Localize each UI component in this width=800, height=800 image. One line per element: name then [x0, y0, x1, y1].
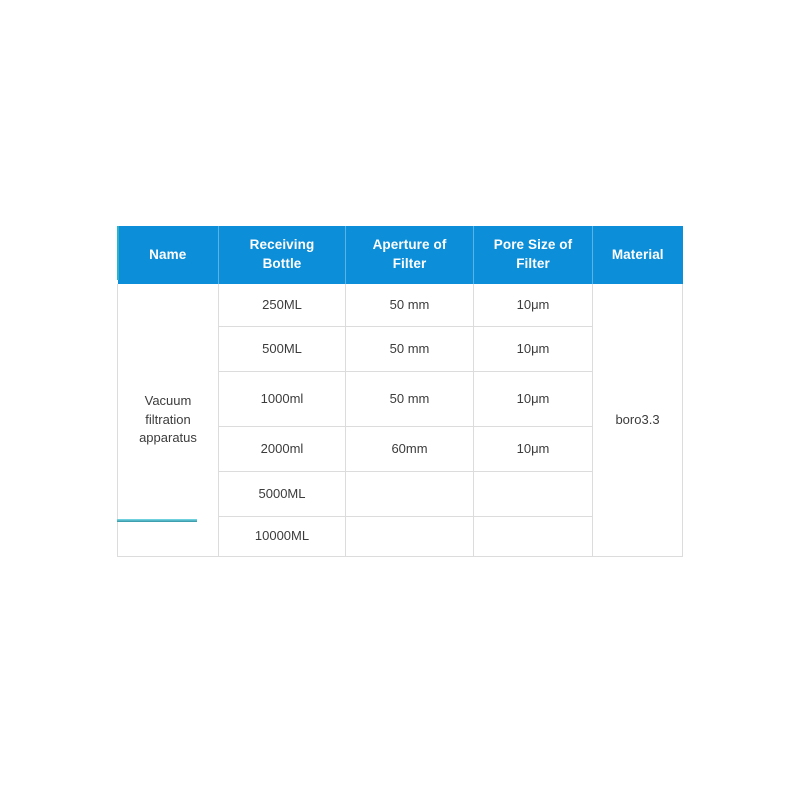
- cell-material: boro3.3: [592, 284, 683, 557]
- column-header-aperture-line1: Aperture of: [372, 237, 447, 253]
- cell-product-name: Vacuum filtration apparatus: [117, 284, 219, 557]
- cell-aperture-of-filter: 50 mm: [345, 284, 474, 327]
- cell-pore-size-of-filter: 10μm: [473, 426, 593, 472]
- cell-aperture-of-filter: 50 mm: [345, 371, 474, 427]
- cell-receiving-bottle: 1000ml: [218, 371, 346, 427]
- cell-receiving-bottle: 2000ml: [218, 426, 346, 472]
- cell-pore-size-of-filter: [473, 516, 593, 557]
- cell-aperture-of-filter: [345, 516, 474, 557]
- column-header-name: Name: [117, 226, 219, 284]
- specification-table-container: Name Receiving Bottle Aperture of Filter…: [117, 226, 683, 557]
- cell-aperture-of-filter: 60mm: [345, 426, 474, 472]
- column-header-receiving-bottle-line2: Bottle: [262, 256, 302, 271]
- column-header-name-text: Name: [149, 246, 187, 262]
- cell-receiving-bottle: 500ML: [218, 326, 346, 372]
- cell-pore-size-of-filter: 10μm: [473, 371, 593, 427]
- column-header-aperture-of-filter: Aperture of Filter: [345, 226, 474, 284]
- product-specification-table: Name Receiving Bottle Aperture of Filter…: [117, 226, 683, 557]
- column-header-pore-line1: Pore Size of: [493, 237, 573, 253]
- table-header: Name Receiving Bottle Aperture of Filter…: [117, 226, 683, 284]
- cell-pore-size-of-filter: 10μm: [473, 284, 593, 327]
- product-name-line3: apparatus: [139, 430, 197, 446]
- cell-receiving-bottle: 5000ML: [218, 471, 346, 517]
- cell-pore-size-of-filter: [473, 471, 593, 517]
- column-header-pore-size-of-filter: Pore Size of Filter: [473, 226, 593, 284]
- header-left-accent-bar: [117, 226, 119, 280]
- cell-receiving-bottle: 250ML: [218, 284, 346, 327]
- cell-aperture-of-filter: 50 mm: [345, 326, 474, 372]
- column-header-aperture-line2: Filter: [392, 256, 427, 271]
- column-header-pore-line2: Filter: [516, 256, 550, 271]
- column-header-material-text: Material: [611, 246, 664, 262]
- product-name-line2: filtration: [145, 411, 191, 427]
- column-header-material: Material: [592, 226, 683, 284]
- cell-receiving-bottle: 10000ML: [218, 516, 346, 557]
- table-bottom-accent-bar: [117, 519, 197, 522]
- column-header-receiving-bottle-line1: Receiving: [249, 237, 315, 253]
- table-row: Vacuum filtration apparatus 250ML 50 mm …: [117, 284, 683, 557]
- cell-pore-size-of-filter: 10μm: [473, 326, 593, 372]
- table-body: Vacuum filtration apparatus 250ML 50 mm …: [117, 284, 683, 557]
- product-name-line1: Vacuum: [144, 392, 192, 408]
- table-header-row: Name Receiving Bottle Aperture of Filter…: [117, 226, 683, 284]
- column-header-receiving-bottle: Receiving Bottle: [218, 226, 346, 284]
- cell-aperture-of-filter: [345, 471, 474, 517]
